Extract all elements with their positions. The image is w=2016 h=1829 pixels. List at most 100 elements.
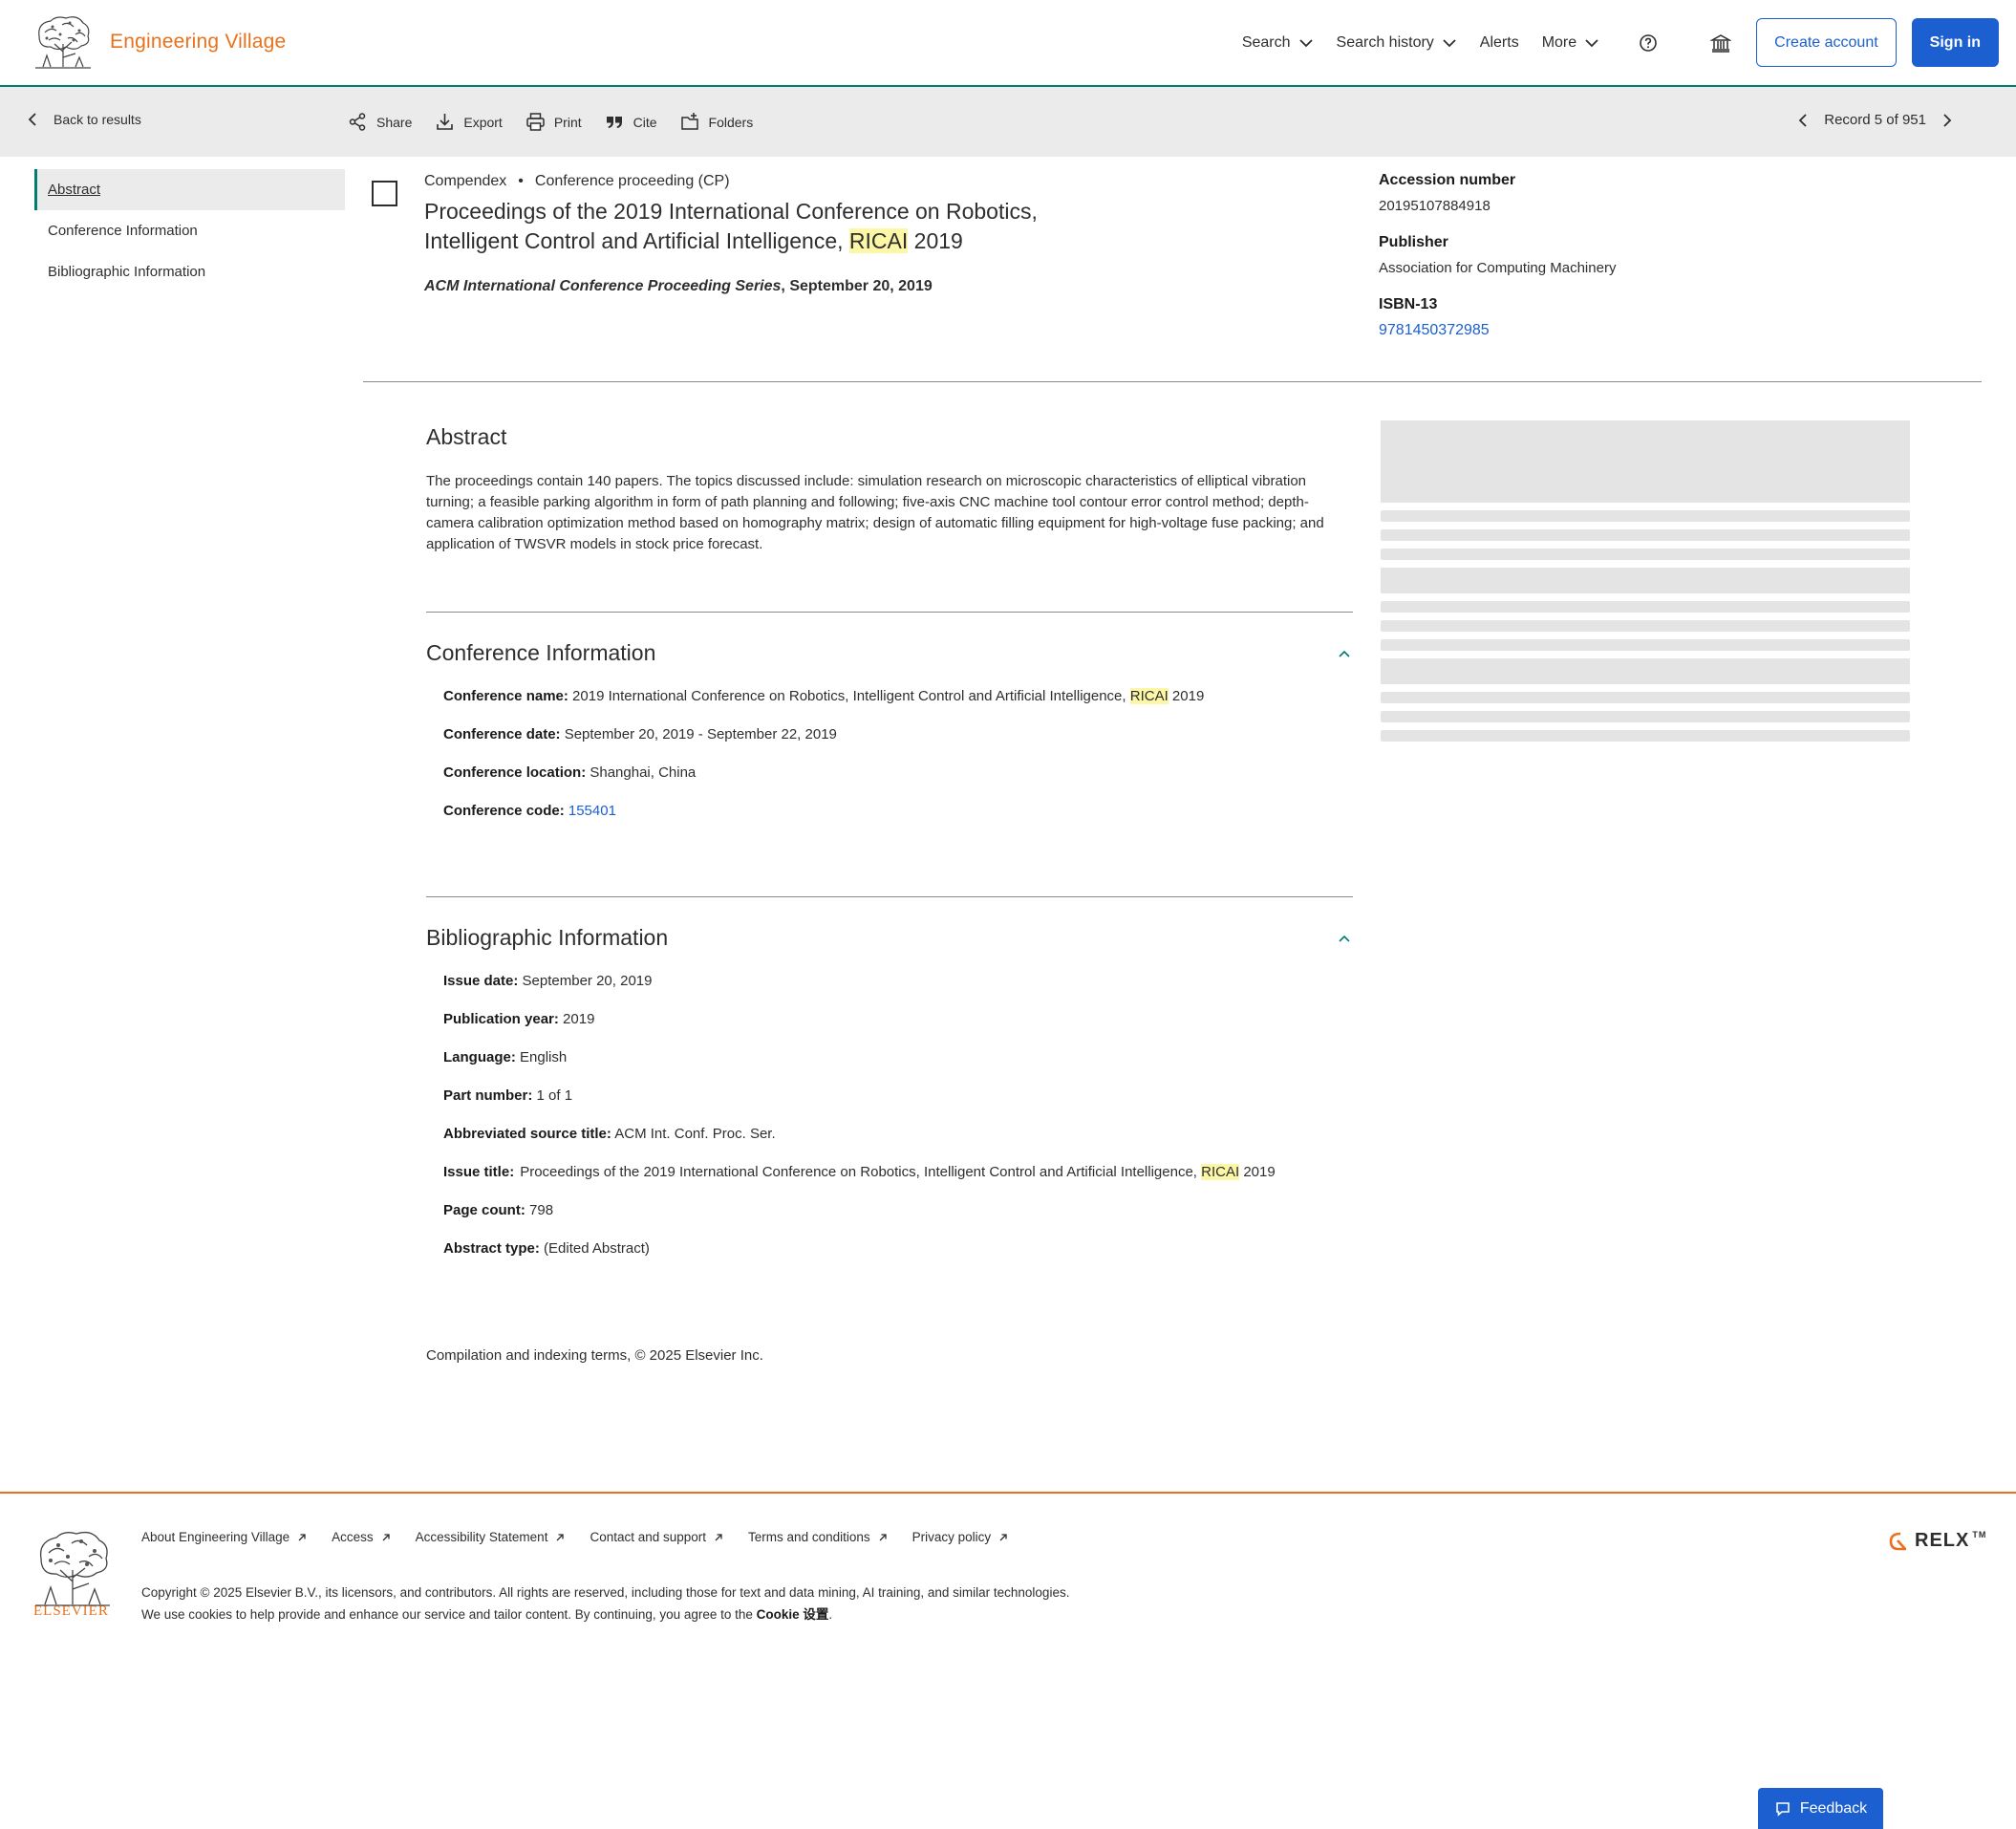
print-button[interactable]: Print	[525, 112, 582, 132]
field-label: Publication year:	[443, 1011, 559, 1027]
export-button[interactable]: Export	[435, 112, 503, 132]
footer-link-accessibility[interactable]: Accessibility Statement	[416, 1530, 566, 1544]
footer-link-label: Accessibility Statement	[415, 1530, 548, 1544]
field-value: 798	[525, 1202, 554, 1218]
search-term-highlight: RICAI	[848, 228, 909, 253]
footer-link-about[interactable]: About Engineering Village	[141, 1530, 307, 1544]
brand-name[interactable]: Engineering Village	[110, 31, 286, 54]
skeleton-line	[1381, 549, 1910, 560]
field-value: 2019 International Conference on Robotic…	[568, 688, 1130, 704]
record-pager: Record 5 of 951	[1797, 112, 1953, 128]
footer-link-access[interactable]: Access	[332, 1530, 391, 1544]
nav-search[interactable]: Search	[1242, 34, 1314, 52]
meta-separator: •	[518, 173, 524, 189]
field-value: September 20, 2019 - September 22, 2019	[560, 726, 837, 742]
source-series: ACM International Conference Proceeding …	[424, 278, 782, 294]
chevron-down-icon	[1443, 38, 1456, 47]
institution-button[interactable]	[1706, 29, 1735, 57]
section-nav-bibliographic[interactable]: Bibliographic Information	[34, 251, 345, 292]
skeleton-line	[1381, 529, 1910, 541]
printer-icon	[526, 113, 545, 131]
abstract-section: Abstract The proceedings contain 140 pap…	[426, 424, 1353, 555]
field-value: Shanghai, China	[586, 764, 697, 781]
field-value: English	[515, 1049, 568, 1065]
nav-search-history[interactable]: Search history	[1337, 34, 1457, 52]
skeleton-line	[1381, 510, 1910, 522]
chevron-down-icon	[1298, 38, 1313, 47]
skeleton-line	[1381, 711, 1910, 722]
field-value: (Edited Abstract)	[539, 1240, 650, 1257]
institution-icon	[1710, 33, 1732, 53]
field-value: Proceedings of the 2019 International Co…	[520, 1159, 1276, 1185]
compilation-notice: Compilation and indexing terms, © 2025 E…	[426, 1347, 763, 1364]
feedback-button[interactable]: Feedback	[1758, 1788, 1883, 1829]
external-arrow-icon	[715, 1533, 722, 1540]
cookie-settings-link[interactable]: Cookie 设置	[757, 1607, 829, 1622]
chevron-down-icon	[1585, 38, 1598, 47]
nav-search-history-label: Search history	[1336, 33, 1434, 51]
elsevier-tree-logo-icon[interactable]	[33, 1530, 112, 1606]
external-arrow-icon	[556, 1533, 565, 1540]
isbn-label: ISBN-13	[1379, 296, 1438, 312]
section-nav-abstract[interactable]: Abstract	[34, 169, 345, 210]
language-field: Language: English	[443, 1044, 1353, 1070]
abstract-type-field: Abstract type: (Edited Abstract)	[443, 1236, 1353, 1261]
issue-date-field: Issue date: September 20, 2019	[443, 968, 1353, 994]
publisher-label: Publisher	[1379, 234, 1448, 250]
issue-title-field: Issue title: Proceedings of the 2019 Int…	[443, 1159, 1353, 1185]
footer-link-contact[interactable]: Contact and support	[590, 1530, 723, 1544]
nav-alerts[interactable]: Alerts	[1480, 34, 1519, 52]
external-arrow-icon	[382, 1533, 390, 1540]
footer-link-label: Privacy policy	[911, 1530, 992, 1544]
record-facts: Accession number 20195107884918 Publishe…	[1379, 172, 1780, 359]
record-title: Proceedings of the 2019 International Co…	[424, 197, 1083, 256]
help-button[interactable]	[1634, 29, 1662, 57]
page-count-field: Page count: 798	[443, 1197, 1353, 1223]
chevron-left-icon[interactable]	[1797, 113, 1811, 127]
footer-link-label: Access	[332, 1530, 374, 1544]
bibliographic-heading: Bibliographic Information	[426, 925, 669, 950]
elsevier-tree-logo-icon[interactable]	[33, 15, 93, 69]
section-nav-conference[interactable]: Conference Information	[34, 210, 345, 251]
accession-value: 20195107884918	[1379, 198, 1491, 214]
relx-logo[interactable]: RELX TM	[1887, 1530, 1986, 1552]
chevron-up-icon[interactable]	[1336, 646, 1353, 663]
nav-more-label: More	[1541, 33, 1577, 51]
share-button[interactable]: Share	[348, 112, 412, 132]
skeleton-line	[1381, 692, 1910, 703]
cite-button[interactable]: Cite	[605, 112, 657, 132]
field-value: 2019	[558, 1011, 595, 1027]
chevron-left-icon	[28, 113, 36, 126]
conference-location-field: Conference location: Shanghai, China	[443, 760, 1353, 785]
download-icon	[437, 114, 454, 130]
skeleton-line	[1381, 730, 1910, 742]
create-account-button[interactable]: Create account	[1756, 18, 1897, 67]
footer-link-privacy[interactable]: Privacy policy	[912, 1530, 1009, 1544]
conference-date-field: Conference date: September 20, 2019 - Se…	[443, 721, 1353, 747]
main-nav: Search Search history Alerts More Create…	[1242, 0, 2016, 85]
field-label: Conference date:	[443, 726, 561, 742]
isbn-link[interactable]: 9781450372985	[1379, 322, 1490, 338]
chevron-right-icon[interactable]	[1940, 113, 1953, 127]
field-label: Issue date:	[443, 973, 519, 989]
nav-more[interactable]: More	[1542, 34, 1599, 52]
issue-title-text-end: 2019	[1239, 1164, 1276, 1180]
chat-bubble-icon	[1776, 1801, 1790, 1817]
section-divider	[426, 612, 1353, 613]
help-circle-icon	[1640, 33, 1657, 52]
back-to-results-link[interactable]: Back to results	[27, 112, 141, 127]
record-source: ACM International Conference Proceeding …	[424, 278, 933, 295]
record-position: Record 5 of 951	[1824, 112, 1926, 128]
footer-link-label: Terms and conditions	[748, 1530, 870, 1544]
chevron-up-icon[interactable]	[1336, 931, 1353, 948]
sign-in-button[interactable]: Sign in	[1911, 18, 1999, 67]
external-arrow-icon	[298, 1533, 306, 1540]
footer-link-terms[interactable]: Terms and conditions	[748, 1530, 888, 1544]
external-arrow-icon	[879, 1533, 887, 1540]
field-label: Page count:	[443, 1202, 525, 1218]
folders-button[interactable]: Folders	[680, 112, 753, 132]
publication-year-field: Publication year: 2019	[443, 1006, 1353, 1032]
field-label: Abstract type:	[443, 1240, 540, 1257]
select-record-checkbox[interactable]	[372, 181, 397, 206]
conference-code-link[interactable]: 155401	[568, 803, 616, 819]
